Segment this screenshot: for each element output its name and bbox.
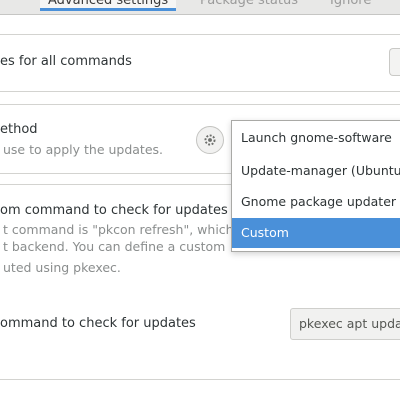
tab-bar: Advanced settings Package status Ignore — [0, 0, 400, 15]
command-label: ommand to check for updates — [0, 316, 196, 331]
all-commands-label: es for all commands — [0, 54, 132, 69]
all-commands-switch[interactable] — [389, 48, 400, 76]
update-method-desc: use to apply the updates. — [3, 142, 164, 157]
tab-advanced-settings[interactable]: Advanced settings — [40, 0, 177, 11]
custom-command-title: om command to check for updates — [0, 203, 228, 218]
command-input[interactable]: pkexec apt update — [290, 308, 400, 340]
dropdown-option-custom[interactable]: Custom — [232, 218, 400, 248]
tab-package-status[interactable]: Package status — [200, 0, 298, 12]
custom-command-desc-line1: t command is "pkcon refresh", which — [3, 222, 234, 237]
update-method-dropdown[interactable]: Launch gnome-software Update-manager (Ub… — [231, 120, 400, 252]
custom-command-desc-line3: uted using pkexec. — [3, 260, 121, 275]
gear-icon — [204, 134, 216, 146]
dropdown-option-gnome-package-updater[interactable]: Gnome package updater — [232, 187, 400, 217]
preferences-window: Advanced settings Package status Ignore … — [0, 0, 400, 400]
custom-command-desc-line2: t backend. You can define a custom — [3, 239, 226, 254]
dropdown-option-gnome-software[interactable]: Launch gnome-software — [232, 123, 400, 153]
dropdown-option-update-manager[interactable]: Update-manager (Ubuntu) — [232, 156, 400, 186]
update-method-title: ethod — [0, 122, 38, 137]
tab-ignore[interactable]: Ignore — [330, 0, 371, 12]
method-settings-button[interactable] — [196, 126, 224, 154]
